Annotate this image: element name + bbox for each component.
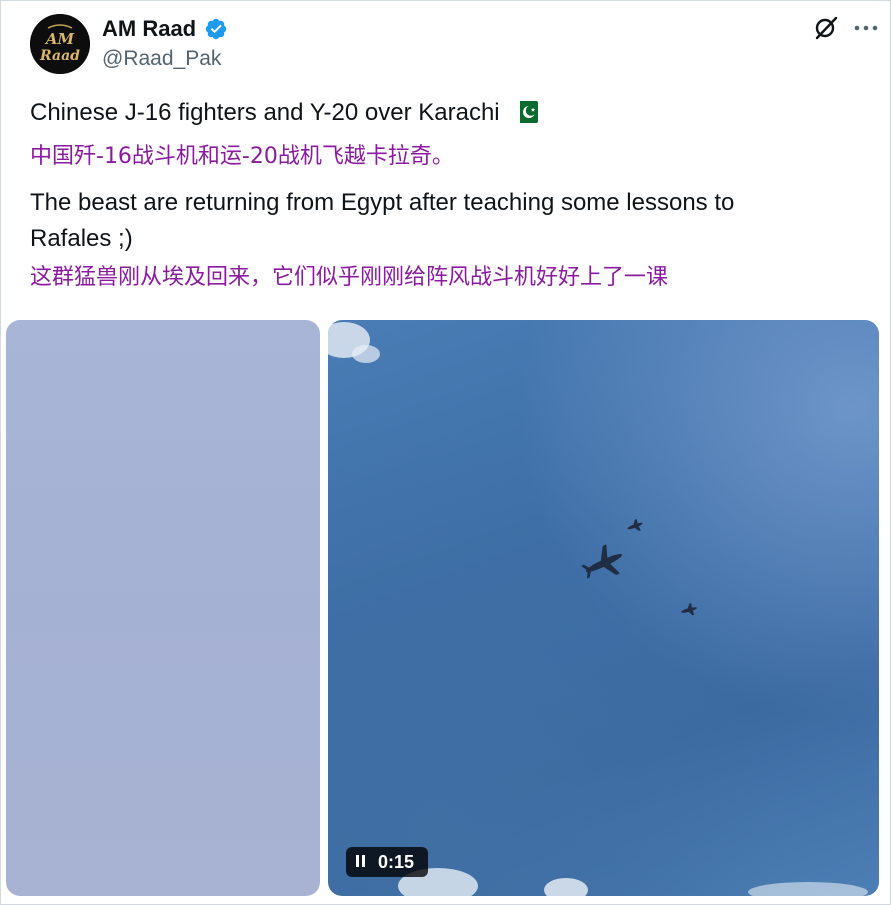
pakistan-flag-icon	[513, 101, 538, 123]
verified-badge-icon[interactable]	[204, 17, 228, 41]
avatar[interactable]: AM Raad	[30, 14, 90, 74]
more-icon[interactable]	[853, 17, 879, 39]
svg-text:AM: AM	[44, 30, 75, 48]
video-duration-pill[interactable]: 0:15	[346, 847, 428, 877]
author-handle[interactable]: @Raad_Pak	[102, 46, 221, 72]
post-text-line-1: Chinese J-16 fighters and Y-20 over Kara…	[30, 98, 538, 128]
author-display-name[interactable]: AM Raad	[102, 15, 196, 43]
post-text-line-2b: Rafales ;)	[30, 225, 133, 252]
grok-icon[interactable]	[813, 15, 839, 41]
transport-aircraft	[581, 544, 623, 579]
fighter-aircraft-2	[681, 603, 697, 616]
svg-text:Raad: Raad	[39, 48, 80, 64]
avatar-logo: AM Raad	[30, 14, 90, 74]
post-card: AM Raad AM Raad @Raad_Pak Chinese J-16 f…	[0, 0, 891, 905]
video-duration: 0:15	[378, 851, 415, 872]
post-text-line-2a: The beast are returning from Egypt after…	[30, 189, 735, 216]
media-image-sky[interactable]	[6, 320, 320, 896]
post-translation-line-2: 这群猛兽刚从埃及回来，它们似乎刚刚给阵风战斗机好好上了一课	[30, 265, 669, 290]
pause-icon[interactable]	[356, 855, 368, 869]
post-translation-line-1: 中国歼-16战斗机和运-20战机飞越卡拉奇。	[30, 144, 454, 169]
post-text-line-1-content: Chinese J-16 fighters and Y-20 over Kara…	[30, 99, 500, 126]
fighter-aircraft-1	[627, 518, 643, 531]
media-video[interactable]	[328, 320, 879, 896]
video-frame-scene	[328, 322, 868, 896]
